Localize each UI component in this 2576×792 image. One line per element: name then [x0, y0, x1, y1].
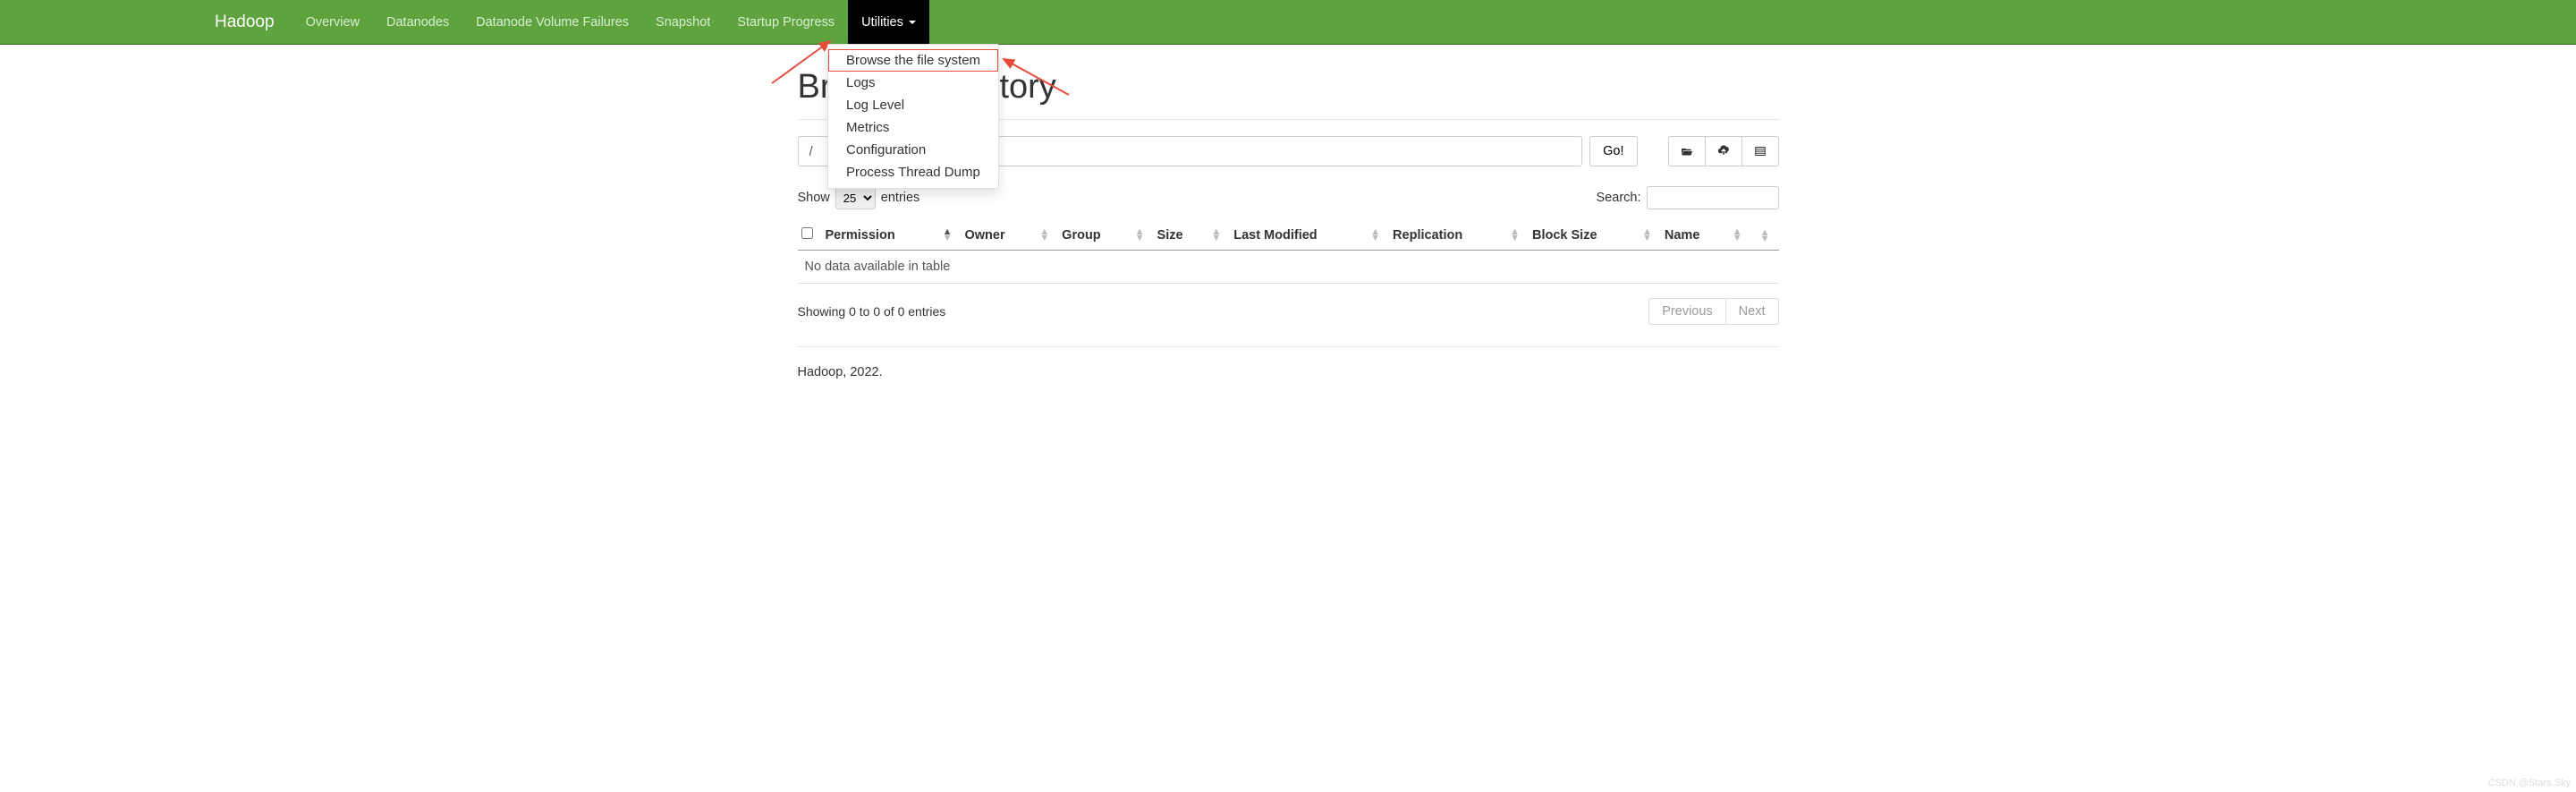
nav-item-startup-progress[interactable]: Startup Progress: [724, 2, 848, 43]
entries-label: entries: [881, 191, 920, 205]
sort-icon: ▲▼: [1760, 229, 1770, 243]
sort-icon: ▲▼: [1733, 228, 1742, 242]
table-info: Showing 0 to 0 of 0 entries: [798, 304, 946, 319]
col-last-modified[interactable]: ▲▼Last Modified: [1230, 220, 1389, 251]
navbar: Hadoop Overview Datanodes Datanode Volum…: [0, 0, 2576, 45]
col-actions: ▲▼: [1751, 220, 1779, 251]
utilities-dropdown: Browse the file system Logs Log Level Me…: [827, 44, 999, 189]
caret-down-icon: [909, 21, 916, 24]
footer-text: Hadoop, 2022.: [798, 365, 1779, 379]
search-box: Search:: [1597, 186, 1779, 209]
nav-item-utilities[interactable]: Utilities: [848, 0, 929, 45]
sort-icon: ▲▼: [1370, 228, 1380, 242]
nav-item-datanodes[interactable]: Datanodes: [373, 2, 462, 43]
sort-icon: ▲▼: [1642, 228, 1652, 242]
dropdown-item-browse-fs[interactable]: Browse the file system: [828, 49, 998, 72]
sort-icon: ▲▼: [1039, 228, 1049, 242]
nav-item-snapshot[interactable]: Snapshot: [642, 2, 724, 43]
dropdown-item-process-thread-dump[interactable]: Process Thread Dump: [828, 161, 998, 183]
footer-rule: [798, 346, 1779, 347]
pager: Previous Next: [1648, 298, 1778, 325]
folder-open-icon: [1682, 145, 1692, 158]
select-all-checkbox[interactable]: [801, 227, 813, 239]
empty-message: No data available in table: [798, 251, 1779, 284]
dropdown-item-configuration[interactable]: Configuration: [828, 139, 998, 161]
sort-icon: ▲▼: [943, 228, 953, 242]
new-folder-button[interactable]: [1668, 136, 1706, 166]
sort-icon: ▲▼: [1135, 228, 1145, 242]
table-bottom: Showing 0 to 0 of 0 entries Previous Nex…: [798, 298, 1779, 325]
upload-button[interactable]: [1705, 136, 1742, 166]
dropdown-item-log-level[interactable]: Log Level: [828, 94, 998, 116]
search-input[interactable]: [1647, 186, 1779, 209]
list-button[interactable]: [1741, 136, 1779, 166]
file-table: ▲▼Permission ▲▼Owner ▲▼Group ▲▼Size ▲▼La…: [798, 220, 1779, 284]
nav-item-overview[interactable]: Overview: [292, 2, 373, 43]
col-name[interactable]: ▲▼Name: [1661, 220, 1751, 251]
dropdown-item-logs[interactable]: Logs: [828, 72, 998, 94]
col-group[interactable]: ▲▼Group: [1058, 220, 1153, 251]
brand[interactable]: Hadoop: [215, 13, 275, 32]
toolbar-button-group: [1668, 136, 1779, 166]
controls-row: Show 25 entries Search:: [798, 186, 1779, 209]
go-button[interactable]: Go!: [1589, 136, 1637, 166]
col-owner[interactable]: ▲▼Owner: [961, 220, 1058, 251]
col-permission[interactable]: ▲▼Permission: [822, 220, 962, 251]
col-replication[interactable]: ▲▼Replication: [1389, 220, 1529, 251]
nav-item-datanode-volume-failures[interactable]: Datanode Volume Failures: [462, 2, 642, 43]
sort-icon: ▲▼: [1211, 228, 1221, 242]
list-icon: [1755, 145, 1766, 158]
sort-icon: ▲▼: [1510, 228, 1520, 242]
prev-button[interactable]: Previous: [1648, 298, 1725, 325]
entries-select[interactable]: 25: [835, 187, 876, 209]
nav-item-utilities-label: Utilities: [861, 15, 903, 30]
watermark: CSDN @Stars.Sky: [2488, 778, 2571, 788]
upload-icon: [1718, 145, 1729, 158]
col-size[interactable]: ▲▼Size: [1154, 220, 1231, 251]
show-label: Show: [798, 191, 830, 205]
show-entries: Show 25 entries: [798, 187, 920, 209]
col-block-size[interactable]: ▲▼Block Size: [1529, 220, 1661, 251]
col-checkbox: [798, 220, 822, 251]
dropdown-item-metrics[interactable]: Metrics: [828, 116, 998, 139]
search-label: Search:: [1597, 191, 1641, 205]
next-button[interactable]: Next: [1725, 298, 1779, 325]
table-empty-row: No data available in table: [798, 251, 1779, 284]
